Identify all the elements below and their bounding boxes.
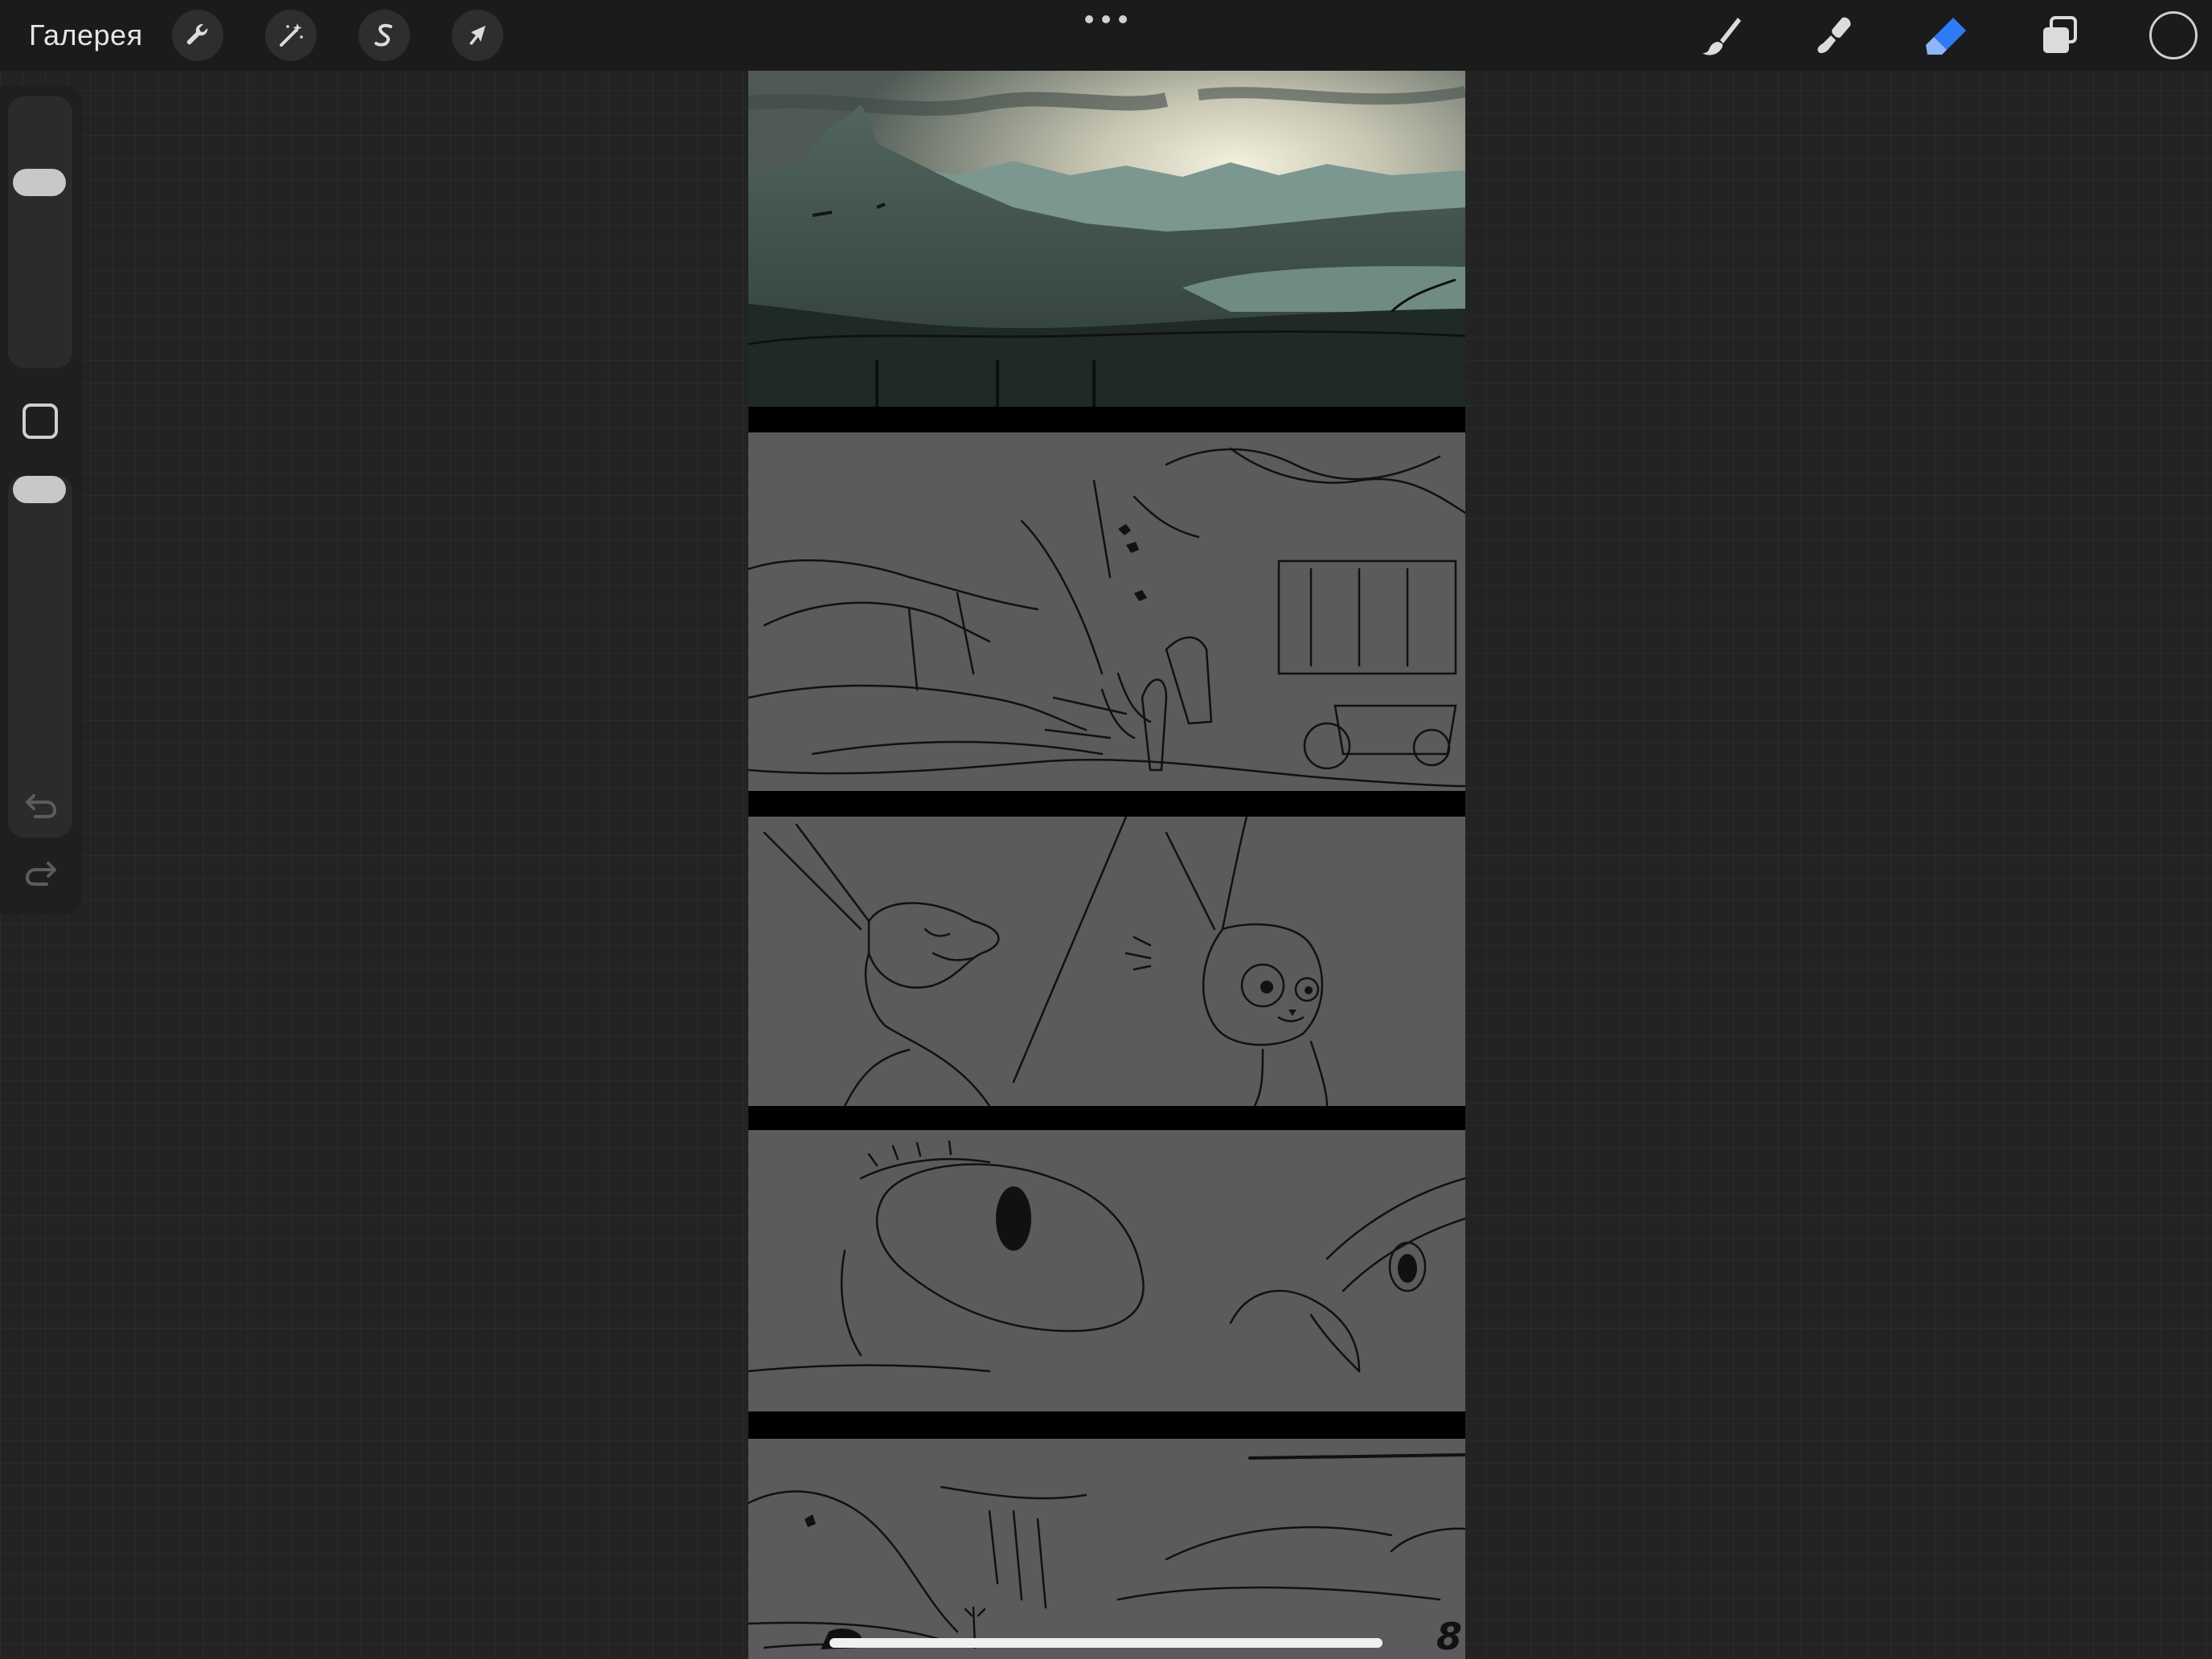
layers-button[interactable]	[2034, 10, 2085, 61]
brush-size-thumb[interactable]	[13, 169, 66, 196]
smudge-tool-button[interactable]	[1809, 10, 1860, 61]
home-indicator[interactable]	[830, 1638, 1382, 1648]
dot-icon	[1119, 15, 1127, 23]
selection-s-icon	[375, 23, 392, 47]
more-options-button[interactable]	[1085, 10, 1127, 29]
eye-closeup-panel	[748, 1130, 1465, 1411]
undo-arrow-icon	[26, 794, 57, 818]
drawing-canvas[interactable]: 8	[748, 71, 1465, 1659]
opacity-slider[interactable]	[8, 476, 72, 838]
gallery-button[interactable]: Галерея	[29, 16, 143, 55]
color-picker-button[interactable]	[2149, 11, 2198, 59]
arrow-cursor-icon	[469, 26, 485, 45]
smudge-icon	[1817, 17, 1851, 54]
actions-button[interactable]	[172, 10, 223, 61]
modify-button[interactable]	[23, 403, 58, 439]
top-toolbar: Галерея	[0, 0, 2212, 71]
adjustments-button[interactable]	[265, 10, 317, 61]
waterfall-valley-panel: 8	[748, 1439, 1465, 1659]
paint-tool-button[interactable]	[1696, 10, 1747, 61]
dot-icon	[1102, 15, 1110, 23]
two-rabbits-panel	[748, 817, 1465, 1106]
eraser-icon	[1926, 18, 1966, 55]
magic-wand-icon	[280, 23, 303, 47]
page-number: 8	[1436, 1615, 1462, 1658]
wrench-icon	[186, 23, 208, 45]
redo-arrow-icon	[25, 862, 56, 886]
dot-icon	[1085, 15, 1093, 23]
undo-button[interactable]	[21, 789, 61, 821]
opacity-thumb[interactable]	[13, 476, 66, 503]
selection-button[interactable]	[358, 10, 410, 61]
village-scene-panel	[748, 432, 1465, 791]
transform-button[interactable]	[452, 10, 503, 61]
mountain-landscape-panel	[748, 71, 1465, 407]
brush-size-slider[interactable]	[8, 96, 72, 368]
redo-button[interactable]	[21, 857, 61, 889]
brush-icon	[1702, 18, 1741, 55]
erase-tool-button[interactable]	[1921, 10, 1972, 61]
layers-icon	[2043, 16, 2077, 53]
left-sidebar	[0, 85, 82, 915]
